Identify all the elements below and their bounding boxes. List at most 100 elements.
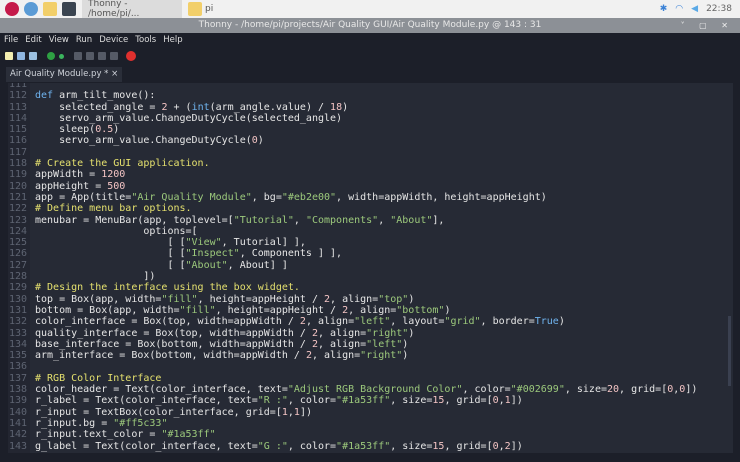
line-number: 142: [8, 429, 27, 441]
terminal-icon[interactable]: [62, 2, 76, 16]
task-thonny[interactable]: Thonny - /home/pi/...: [82, 0, 182, 19]
line-number: 122: [8, 203, 27, 215]
open-file-icon[interactable]: [17, 52, 25, 60]
menu-help[interactable]: Help: [163, 33, 182, 47]
code-line[interactable]: 131 bottom = Box(app, width="fill", heigh…: [8, 305, 697, 316]
line-number: 117: [8, 146, 27, 158]
code-token: appWidth =: [35, 169, 102, 181]
code-line[interactable]: 142 r_input.text_color = "#1a53ff": [8, 429, 697, 440]
code-line[interactable]: 116 servo_arm_value.ChangeDutyCycle(0): [8, 135, 697, 146]
code-token: , Components ] ],: [239, 248, 343, 260]
code-line[interactable]: 121 app = App(title="Air Quality Module",…: [8, 192, 697, 203]
code-line[interactable]: 125 [ ["View", Tutorial] ],: [8, 237, 697, 248]
code-token: ): [342, 101, 349, 113]
debug-icon[interactable]: [59, 53, 64, 59]
code-token: ]): [299, 406, 312, 418]
line-number: 135: [8, 350, 27, 362]
menu-view[interactable]: View: [49, 33, 69, 47]
code-token: color_interface = Box(top, width=appWidt…: [35, 316, 300, 328]
resume-icon[interactable]: [110, 52, 118, 60]
vertical-scrollbar[interactable]: [728, 316, 731, 386]
code-token: "View": [185, 237, 222, 249]
code-line[interactable]: 113 selected_angle = 2 + (int(arm_angle.…: [8, 102, 697, 113]
code-line[interactable]: 133 quality_interface = Box(top, width=ap…: [8, 328, 697, 339]
code-line[interactable]: 114 servo_arm_value.ChangeDutyCycle(sele…: [8, 113, 697, 124]
code-token: "fill": [179, 304, 216, 316]
task-pi-folder[interactable]: pi: [182, 0, 219, 18]
code-line[interactable]: 135 arm_interface = Box(bottom, width=app…: [8, 350, 697, 361]
menu-run[interactable]: Run: [76, 33, 92, 47]
code-token: , height=appHeight /: [215, 304, 343, 316]
code-line[interactable]: 111: [8, 83, 697, 90]
editor-tab[interactable]: Air Quality Module.py * ×: [6, 67, 123, 82]
code-line[interactable]: 132 color_interface = Box(top, width=appW…: [8, 316, 697, 327]
code-token: "Inspect": [185, 248, 240, 260]
code-line[interactable]: 134 base_interface = Box(bottom, width=ap…: [8, 339, 697, 350]
code-token: menubar = MenuBar(app, toplevel=[: [35, 214, 234, 226]
new-file-icon[interactable]: [5, 52, 13, 60]
line-text: quality_interface = Box(top, width=appWi…: [35, 328, 414, 339]
save-file-icon[interactable]: [29, 52, 37, 60]
raspberry-menu-icon[interactable]: [5, 2, 19, 16]
menu-file[interactable]: File: [4, 33, 18, 47]
code-line[interactable]: 123 menubar = MenuBar(app, toplevel=["Tut…: [8, 215, 697, 226]
wifi-icon[interactable]: ◠: [675, 4, 683, 14]
code-token: , align=: [305, 316, 355, 328]
code-line[interactable]: 127 [ ["About", About] ]: [8, 260, 697, 271]
code-line[interactable]: 119 appWidth = 1200: [8, 169, 697, 180]
code-line[interactable]: 129 # Design the interface using the box …: [8, 282, 697, 293]
code-line[interactable]: 137 # RGB Color Interface: [8, 373, 697, 384]
code-token: color_header = Text(color_interface, tex…: [35, 384, 288, 396]
code-token: "#eb2e00": [281, 191, 337, 203]
step-out-icon[interactable]: [98, 52, 106, 60]
code-token: , grid=[: [444, 440, 493, 452]
code-editor[interactable]: 111 112 def arm_tilt_move(): 113 selected_a…: [8, 83, 733, 453]
file-manager-icon[interactable]: [43, 2, 57, 16]
code-line[interactable]: 128 ]): [8, 271, 697, 282]
code-line[interactable]: 124 options=[: [8, 226, 697, 237]
code-token: "Components": [305, 214, 379, 226]
menu-tools[interactable]: Tools: [135, 33, 156, 47]
run-icon[interactable]: [47, 52, 55, 60]
code-line[interactable]: 118 # Create the GUI application.: [8, 158, 697, 169]
bluetooth-icon[interactable]: ✱: [660, 4, 668, 14]
code-line[interactable]: 130 top = Box(app, width="fill", height=a…: [8, 294, 697, 305]
line-text: base_interface = Box(bottom, width=appWi…: [35, 339, 408, 350]
code-token: "About": [390, 214, 433, 226]
line-text: sleep(0.5): [35, 124, 119, 135]
code-token: quality_interface = Box(top, width=appWi…: [35, 327, 312, 339]
menu-device[interactable]: Device: [99, 33, 128, 47]
code-token: "Adjust RGB Background Color": [287, 384, 463, 396]
window-controls[interactable]: ˅ ▢ ✕: [681, 18, 734, 33]
code-line[interactable]: 126 [ ["Inspect", Components ] ],: [8, 248, 697, 259]
code-token: ): [402, 338, 409, 350]
code-line[interactable]: 120 appHeight = 500: [8, 181, 697, 192]
code-line[interactable]: 143 g_label = Text(color_interface, text=…: [8, 441, 697, 452]
code-line[interactable]: 112 def arm_tilt_move():: [8, 90, 697, 101]
code-token: , color=: [287, 440, 337, 452]
code-token: , grid=[: [444, 395, 493, 407]
code-token: "left": [354, 316, 391, 328]
code-line[interactable]: 140 r_input = TextBox(color_interface, gr…: [8, 407, 697, 418]
code-token: int: [191, 101, 210, 113]
menu-edit[interactable]: Edit: [25, 33, 41, 47]
code-line[interactable]: 122 # Define menu bar options.: [8, 203, 697, 214]
code-line[interactable]: 117: [8, 147, 697, 158]
code-token: selected_angle =: [35, 101, 162, 113]
code-line[interactable]: 138 color_header = Text(color_interface, …: [8, 384, 697, 395]
step-over-icon[interactable]: [74, 52, 82, 60]
code-line[interactable]: 115 sleep(0.5): [8, 124, 697, 135]
stop-icon[interactable]: [126, 51, 136, 61]
line-number: 129: [8, 282, 27, 294]
code-token: 20: [607, 384, 620, 396]
volume-icon[interactable]: ◀: [691, 4, 698, 14]
code-line[interactable]: 141 r_input.bg = "#ff5c33": [8, 418, 697, 429]
code-line[interactable]: 139 r_label = Text(color_interface, text=…: [8, 395, 697, 406]
line-number: 133: [8, 327, 27, 339]
line-number: 140: [8, 406, 27, 418]
browser-icon[interactable]: [24, 2, 38, 16]
code-token: , align=: [330, 293, 379, 305]
code-token: "#1a53ff": [336, 440, 391, 452]
step-into-icon[interactable]: [86, 52, 94, 60]
code-line[interactable]: 136: [8, 361, 697, 372]
